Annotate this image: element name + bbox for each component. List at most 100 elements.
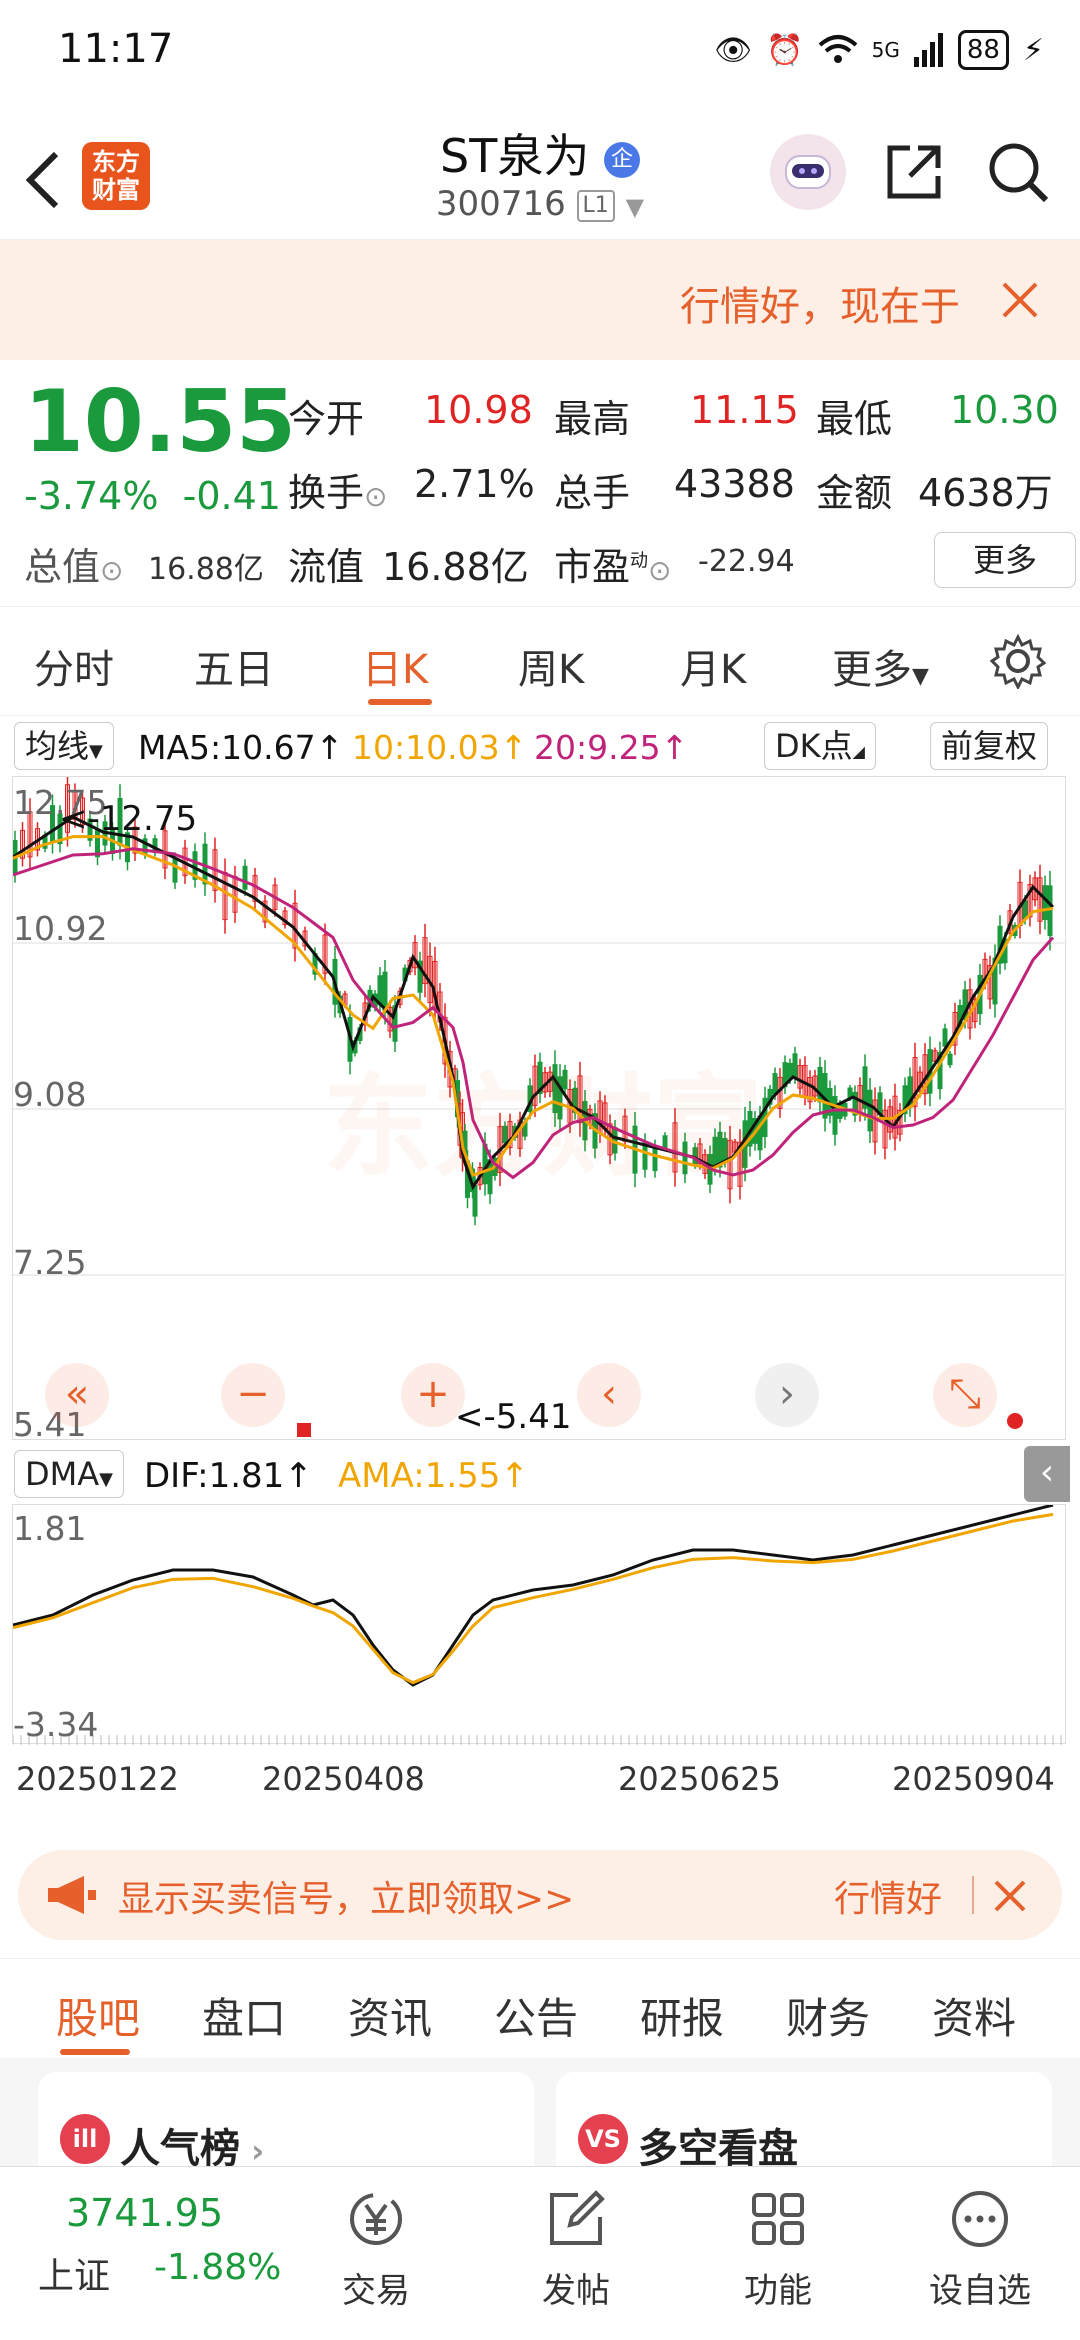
- nav-add-watchlist[interactable]: 设自选: [910, 2187, 1050, 2312]
- amount-value: 4638万: [918, 471, 1053, 515]
- enterprise-badge-icon: 企: [603, 141, 640, 178]
- min-price-marker: <-5.41: [455, 1397, 572, 1437]
- dma-chart[interactable]: 1.81 -3.34: [12, 1503, 1066, 1745]
- candle-body: [172, 858, 178, 883]
- tab-research[interactable]: 研报: [640, 1985, 724, 2046]
- tab-announcements[interactable]: 公告: [494, 1985, 578, 2046]
- price-label-3: 9.08: [13, 1075, 87, 1114]
- candle-body: [947, 1053, 953, 1066]
- scroll-right-icon[interactable]: ›: [755, 1363, 819, 1427]
- share-icon[interactable]: [884, 140, 946, 202]
- candle-body: [377, 975, 383, 1006]
- max-price-marker: <-12.75: [59, 799, 198, 839]
- candle-body: [772, 1073, 778, 1095]
- grid-icon: [752, 2193, 804, 2245]
- scroll-left-icon[interactable]: ‹: [577, 1363, 641, 1427]
- high-label: 最高: [554, 397, 631, 441]
- candle-body: [1047, 885, 1053, 936]
- eye-icon: 👁: [714, 32, 753, 68]
- caret-down-icon: ▼: [625, 193, 645, 221]
- status-bar: 11:17 👁 ⏰ 5G 88 ⚡: [0, 0, 1080, 110]
- close-icon[interactable]: [1000, 280, 1040, 320]
- network-label: 5G: [871, 38, 900, 62]
- nav-post[interactable]: 发帖: [506, 2187, 646, 2312]
- stock-name: ST泉为: [440, 129, 590, 183]
- low-value: 10.30: [950, 388, 1059, 432]
- tab-guba[interactable]: 股吧: [56, 1985, 140, 2046]
- low-label: 最低: [816, 397, 893, 441]
- pe-label[interactable]: 市盈动⊙: [554, 536, 671, 591]
- ma20-value: 20:9.25↑: [534, 728, 689, 767]
- price-change: -3.74% -0.41: [24, 474, 281, 518]
- tab-news[interactable]: 资讯: [348, 1985, 432, 2046]
- zoom-in-icon[interactable]: +: [401, 1363, 465, 1427]
- pe-sup: 动: [630, 550, 649, 572]
- signal-promo-banner[interactable]: 显示买卖信号，立即领取>> 行情好: [18, 1850, 1062, 1940]
- date-label-1: 20250122: [16, 1760, 179, 1798]
- dma-svg: [12, 1503, 1062, 1745]
- settings-gear-icon[interactable]: [990, 633, 1046, 689]
- candle-body: [942, 1028, 948, 1047]
- date-label-3: 20250625: [618, 1760, 781, 1798]
- tab-profile[interactable]: 资料: [932, 1985, 1016, 2046]
- tab-monthly-k[interactable]: 月K: [680, 637, 746, 695]
- tab-weekly-k[interactable]: 周K: [518, 637, 584, 695]
- mktcap-label[interactable]: 总值⊙: [24, 536, 123, 591]
- tab-more[interactable]: 更多▼: [832, 637, 929, 695]
- date-label-2: 20250408: [262, 1760, 425, 1798]
- tab-daily-k[interactable]: 日K: [362, 637, 428, 695]
- edit-icon: [550, 2190, 605, 2245]
- tab-intraday[interactable]: 分时: [34, 637, 114, 695]
- candle-body: [867, 1089, 873, 1132]
- more-dots-icon: [952, 2191, 1008, 2247]
- amount-label: 金额: [816, 471, 893, 515]
- active-tab-underline: [368, 699, 432, 705]
- fullscreen-icon[interactable]: ⤡: [933, 1363, 997, 1427]
- turnover-label[interactable]: 换手⊙: [288, 462, 387, 517]
- tab-finance[interactable]: 财务: [786, 1985, 870, 2046]
- fast-back-icon[interactable]: «: [45, 1363, 109, 1427]
- adjust-select[interactable]: 前复权: [930, 722, 1049, 770]
- battery-icon: 88: [957, 30, 1009, 70]
- ma-select[interactable]: 均线▼: [14, 722, 114, 770]
- more-quote-button[interactable]: 更多: [934, 532, 1076, 588]
- status-icons: 👁 ⏰ 5G 88 ⚡: [714, 28, 1044, 72]
- wifi-icon: [818, 35, 857, 63]
- zoom-out-icon[interactable]: −: [221, 1363, 285, 1427]
- ma-select-label: 均线: [25, 727, 90, 765]
- collapse-panel-icon[interactable]: ‹: [1024, 1446, 1070, 1502]
- market-level-tag: L1: [576, 189, 615, 222]
- dk-point-button[interactable]: DK点◢: [764, 722, 876, 770]
- charging-icon: ⚡: [1022, 32, 1044, 68]
- tab-five-day[interactable]: 五日: [194, 637, 274, 695]
- promo-banner[interactable]: 行情好，现在于: [0, 240, 1080, 360]
- stock-header: 东方 财富 ST泉为 企 300716 L1 ▼: [0, 110, 1080, 240]
- min-point-marker: [297, 1423, 311, 1437]
- dma-select[interactable]: DMA▼: [14, 1450, 124, 1498]
- section-tabs: 股吧 盘口 资讯 公告 研报 财务 资料: [0, 1958, 1080, 2058]
- ama-line: [12, 1512, 1054, 1685]
- kline-chart[interactable]: 东方财富 12.75 10.92 9.08 7.25 5.41 <-12.75 …: [12, 770, 1067, 1444]
- caret-down-icon: ▼: [89, 741, 103, 762]
- candle-body: [1042, 885, 1048, 920]
- dma-indicator-bar: DMA▼ DIF:1.81↑ AMA:1.55↑ ‹: [0, 1444, 1080, 1504]
- nav-trade[interactable]: 交易: [306, 2187, 446, 2312]
- close-icon[interactable]: [992, 1878, 1028, 1914]
- alarm-icon: ⏰: [766, 32, 804, 68]
- status-time: 11:17: [58, 26, 174, 72]
- chevron-right-icon: ›: [240, 2132, 265, 2170]
- candle-body: [792, 1053, 798, 1078]
- assistant-robot-icon[interactable]: [770, 134, 846, 210]
- nav-add-watchlist-label: 设自选: [929, 2271, 1031, 2311]
- pe-label-text: 市盈: [554, 545, 631, 589]
- float-label: 流值: [288, 545, 365, 589]
- float-value: 16.88亿: [382, 545, 529, 589]
- open-label: 今开: [288, 397, 365, 441]
- period-tabs: 分时 五日 日K 周K 月K 更多▼: [0, 606, 1080, 716]
- index-ticker[interactable]: 3741.95 上证 -1.88%: [0, 2167, 290, 2340]
- ma5-value: MA5:10.67↑: [138, 728, 344, 767]
- nav-functions[interactable]: 功能: [708, 2187, 848, 2312]
- date-label-4: 20250904: [892, 1760, 1055, 1798]
- search-icon[interactable]: [986, 140, 1050, 204]
- tab-pankou[interactable]: 盘口: [202, 1985, 286, 2046]
